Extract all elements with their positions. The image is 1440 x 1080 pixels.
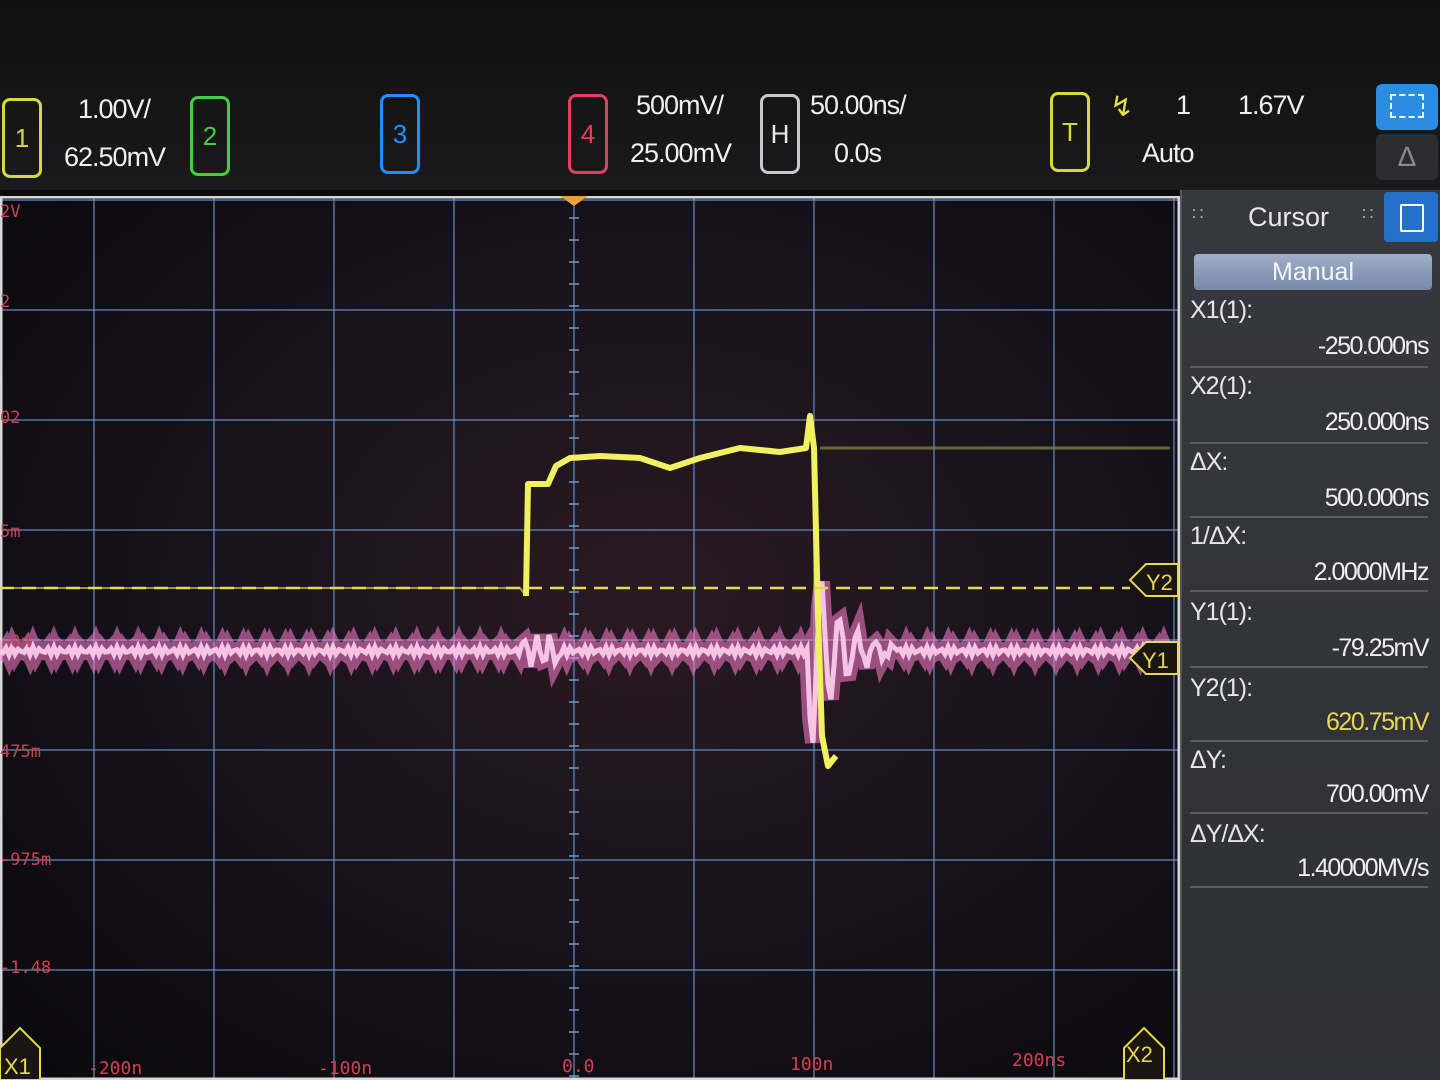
waveform-display[interactable]: Y2 Y1 X1 X2 2V 2 02 5m -0n 475m -975m -1.48… [0, 196, 1180, 1080]
y1-marker-label: Y1 [1142, 648, 1169, 673]
drag-handle-icon[interactable]: ∷ [1362, 204, 1373, 225]
divider [1190, 812, 1428, 814]
graticule: Y2 Y1 X1 X2 [0, 196, 1180, 1080]
reading-label-x1: X1(1): [1190, 296, 1253, 324]
reading-value-inv-dx: 2.0000MHz [1313, 558, 1430, 586]
cursor-mode-button[interactable]: Manual [1194, 254, 1432, 290]
x-label-0: -200n [88, 1058, 143, 1079]
reading-value-y1[interactable]: -79.25mV [1332, 634, 1430, 663]
status-bar: 1 1.00V/ 62.50mV 2 3 4 500mV/ 25.00mV H … [0, 0, 1440, 190]
reading-value-x1[interactable]: -250.000ns [1318, 332, 1430, 361]
reading-label-y2: Y2(1): [1190, 674, 1253, 702]
trigger-label: T [1062, 116, 1078, 147]
reading-value-dydx: 1.40000MV/s [1297, 854, 1429, 882]
reading-value-dy: 700.00mV [1326, 780, 1429, 808]
drag-handle-icon[interactable]: ∷ [1192, 204, 1203, 225]
divider [1190, 886, 1428, 888]
channel-1-number: 1 [14, 122, 30, 153]
channel-3-button[interactable]: 3 [380, 94, 420, 174]
acquire-icon[interactable] [1376, 84, 1438, 130]
x-label-4: 200ns [1012, 1050, 1067, 1071]
trigger-button[interactable]: T [1050, 92, 1090, 172]
reading-label-dy: ΔY: [1190, 746, 1227, 774]
horizontal-button[interactable]: H [760, 94, 800, 174]
channel-2-number: 2 [202, 120, 218, 151]
channel-2-button[interactable]: 2 [190, 96, 230, 176]
reading-value-x2[interactable]: 250.000ns [1325, 408, 1430, 437]
waveform-icon[interactable]: ∆ [1376, 134, 1438, 180]
reading-label-inv-dx: 1/ΔX: [1190, 522, 1247, 550]
reading-value-dx: 500.000ns [1324, 484, 1430, 512]
y-label-6: -975m [0, 850, 52, 870]
y-label-2: 02 [0, 408, 21, 428]
trigger-mode[interactable]: Auto [1142, 138, 1195, 169]
cursor-panel-header[interactable]: ∷ Cursor ∷ [1182, 190, 1382, 240]
y-label-1: 2 [0, 292, 11, 312]
menu-icon[interactable] [1384, 192, 1438, 242]
channel-1-scale[interactable]: 1.00V/ [78, 94, 151, 125]
channel-1-offset[interactable]: 62.50mV [64, 142, 166, 173]
y-label-0: 2V [0, 202, 21, 222]
rising-edge-icon: ↯ [1110, 91, 1134, 122]
y-label-4: -0n [0, 632, 31, 652]
y-label-5: 475m [0, 742, 41, 762]
reading-label-dydx: ΔY/ΔX: [1190, 820, 1266, 848]
x1-marker-label: X1 [4, 1054, 31, 1079]
reading-label-dx: ΔX: [1190, 448, 1228, 476]
channel-4-scale[interactable]: 500mV/ [636, 90, 724, 121]
channel-3-number: 3 [392, 118, 408, 149]
trigger-source[interactable]: 1 [1176, 90, 1191, 121]
divider [1190, 516, 1428, 518]
x2-marker-label: X2 [1126, 1042, 1153, 1067]
trigger-level[interactable]: 1.67V [1238, 90, 1305, 121]
horizontal-scale[interactable]: 50.00ns/ [810, 90, 907, 121]
y-label-7: -1.48 [0, 958, 52, 978]
x-label-3: 100n [790, 1054, 834, 1075]
cursor-panel: ∷ Cursor ∷ Manual X1(1): -250.000ns X2(1… [1180, 190, 1440, 1080]
x-label-1: -100n [318, 1058, 373, 1079]
y2-marker-label: Y2 [1146, 570, 1173, 595]
divider [1190, 590, 1428, 592]
divider [1190, 740, 1428, 742]
divider [1190, 366, 1428, 368]
channel-4-button[interactable]: 4 [568, 94, 608, 174]
divider [1190, 666, 1428, 668]
x-label-2: 0.0 [562, 1056, 595, 1077]
reading-value-y2[interactable]: 620.75mV [1326, 708, 1429, 737]
divider [1190, 442, 1428, 444]
channel-4-offset[interactable]: 25.00mV [630, 138, 732, 169]
horizontal-delay[interactable]: 0.0s [834, 138, 882, 169]
cursor-panel-title: Cursor [1248, 202, 1330, 232]
reading-label-y1: Y1(1): [1190, 598, 1253, 626]
y-label-3: 5m [0, 522, 21, 542]
reading-label-x2: X2(1): [1190, 372, 1253, 400]
channel-1-button[interactable]: 1 [2, 98, 42, 178]
horizontal-label: H [770, 118, 790, 149]
channel-4-number: 4 [580, 118, 596, 149]
